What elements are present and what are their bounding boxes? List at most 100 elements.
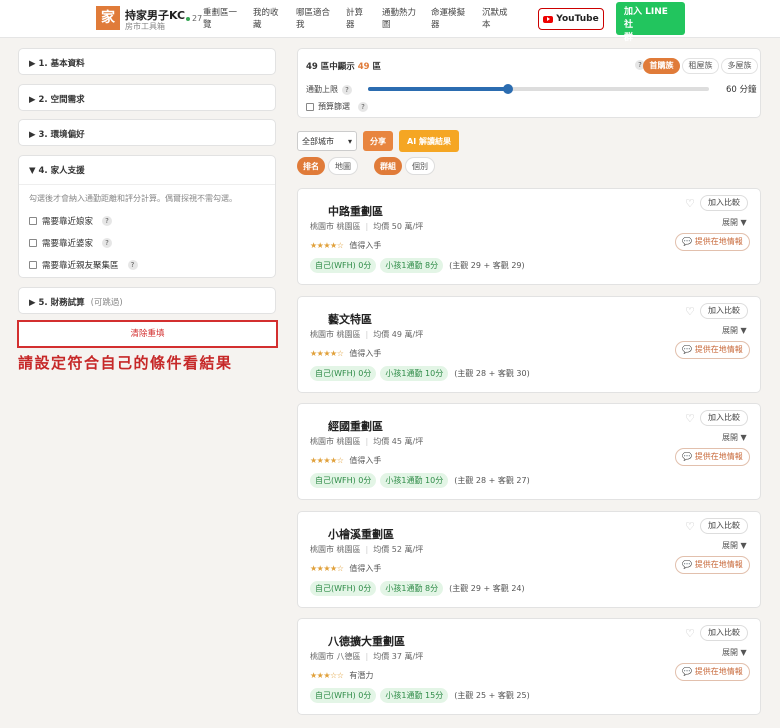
group-renter[interactable]: 租屋族 <box>682 58 719 74</box>
nav-my-favorites[interactable]: 我的收藏 <box>253 7 279 31</box>
district-city: 桃園市 桃園區 <box>310 437 361 446</box>
clear-reset-button[interactable]: 清除重填 <box>17 320 278 348</box>
optional-note: (可跳過) <box>90 298 123 308</box>
add-compare-button[interactable]: 加入比較 <box>700 625 748 641</box>
group-first-buyer[interactable]: 首購族 <box>643 58 680 74</box>
provide-local-info-button[interactable]: 💬 提供在地情報 <box>675 233 750 251</box>
district-name[interactable]: 藝文特區 <box>328 311 372 327</box>
district-meta: 桃園市 桃園區 | 均價 45 萬/坪 <box>310 436 423 447</box>
commute-tag-child: 小孩1通勤 10分 <box>380 366 449 381</box>
verdict-text: 值得入手 <box>349 564 382 573</box>
option-near-wife-family[interactable]: 需要靠近娘家? <box>29 210 265 232</box>
nav-sunk-cost[interactable]: 沉默成本 <box>482 7 508 31</box>
question-icon[interactable]: ? <box>102 238 113 248</box>
tab-ranking[interactable]: 排名 <box>297 157 325 175</box>
slider-thumb[interactable] <box>502 84 513 94</box>
add-compare-button[interactable]: 加入比較 <box>700 518 748 534</box>
question-icon[interactable]: ? <box>127 260 138 270</box>
district-name[interactable]: 中路重劃區 <box>328 203 383 219</box>
city-select-value: 全部城市 <box>302 136 334 146</box>
question-icon[interactable]: ? <box>358 101 368 112</box>
district-name[interactable]: 八德擴大重劃區 <box>328 633 405 649</box>
question-icon[interactable]: ? <box>102 216 113 226</box>
nav-label: 本 <box>482 20 491 30</box>
nav-calculator[interactable]: 計算器 <box>346 7 363 31</box>
result-card[interactable]: 八德擴大重劃區 桃園市 八德區 | 均價 37 萬/坪 ★★★☆☆ 有潛力 自己(WFH) … <box>297 618 761 715</box>
checkbox[interactable] <box>306 102 314 111</box>
top-header: 家 持家男子KC 房市工具箱 27 重劃區一覽 我的收藏 哪區適合我 計算器 通… <box>0 0 780 43</box>
question-icon[interactable]: ? <box>342 85 352 95</box>
result-card[interactable]: 藝文特區 桃園市 桃園區 | 均價 49 萬/坪 ★★★★☆ 值得入手 自己(WFH) 0分… <box>297 296 761 393</box>
result-card[interactable]: 中路重劃區 桃園市 桃園區 | 均價 50 萬/坪 ★★★★☆ 值得入手 自己(WFH) 0… <box>297 188 761 285</box>
nav-commute-heatmap[interactable]: 通勤熱力圖 <box>382 7 416 31</box>
expand-toggle[interactable]: 展開 ▼ <box>722 432 747 443</box>
provide-local-info-button[interactable]: 💬 提供在地情報 <box>675 663 750 681</box>
expand-toggle[interactable]: 展開 ▼ <box>722 647 747 658</box>
commute-tags: 自己(WFH) 0分 小孩1通勤 8分 (主觀 29 + 客觀 24) <box>310 581 525 596</box>
divider: | <box>365 330 369 339</box>
youtube-button[interactable]: YouTube <box>538 8 604 30</box>
section-space-needs[interactable]: ▶ 2. 空間需求 <box>18 84 276 111</box>
commute-tag-self: 自己(WFH) 0分 <box>310 581 377 596</box>
divider: | <box>365 222 369 231</box>
commute-slider[interactable] <box>368 84 709 94</box>
option-near-friends[interactable]: 需要靠近親友聚集區? <box>29 254 265 276</box>
add-compare-button[interactable]: 加入比較 <box>700 410 748 426</box>
share-button[interactable]: 分享 <box>363 131 393 151</box>
add-compare-button[interactable]: 加入比較 <box>700 303 748 319</box>
district-name[interactable]: 經國重劃區 <box>328 418 383 434</box>
verdict-text: 值得入手 <box>349 349 382 358</box>
expand-toggle[interactable]: 展開 ▼ <box>722 540 747 551</box>
option-near-husband-family[interactable]: 需要靠近婆家? <box>29 232 265 254</box>
checkbox[interactable] <box>29 239 37 247</box>
expand-toggle[interactable]: 展開 ▼ <box>722 217 747 228</box>
district-name[interactable]: 小檜溪重劃區 <box>328 526 394 542</box>
heart-icon[interactable]: ♡ <box>685 306 695 317</box>
nav-fate-simulator[interactable]: 命運模擬器 <box>431 7 465 31</box>
heart-icon[interactable]: ♡ <box>685 521 695 532</box>
heart-icon[interactable]: ♡ <box>685 198 695 209</box>
info-label: 提供在地情報 <box>694 560 743 569</box>
city-select[interactable]: 全部城市 ▾ <box>297 131 357 151</box>
provide-local-info-button[interactable]: 💬 提供在地情報 <box>675 448 750 466</box>
online-dot-icon <box>186 16 190 21</box>
result-card[interactable]: 小檜溪重劃區 桃園市 桃園區 | 均價 52 萬/坪 ★★★★☆ 值得入手 自己(WFH) … <box>297 511 761 608</box>
commute-tag-self: 自己(WFH) 0分 <box>310 688 377 703</box>
commute-tags: 自己(WFH) 0分 小孩1通勤 10分 (主觀 28 + 客觀 30) <box>310 366 530 381</box>
budget-filter[interactable]: 預算篩選? <box>306 101 368 112</box>
provide-local-info-button[interactable]: 💬 提供在地情報 <box>675 341 750 359</box>
section-finance[interactable]: ▶ 5. 財務試算 (可跳過) <box>18 287 276 314</box>
chevron-down-icon: ▼ <box>738 648 747 657</box>
provide-local-info-button[interactable]: 💬 提供在地情報 <box>675 556 750 574</box>
expand-toggle[interactable]: 展開 ▼ <box>722 325 747 336</box>
commute-tags: 自己(WFH) 0分 小孩1通勤 8分 (主觀 29 + 客觀 29) <box>310 258 525 273</box>
logo-icon[interactable]: 家 <box>96 6 120 30</box>
checkbox[interactable] <box>29 217 37 225</box>
tab-individual[interactable]: 個別 <box>405 157 435 175</box>
section-environment[interactable]: ▶ 3. 環境偏好 <box>18 119 276 146</box>
nav-which-district[interactable]: 哪區適合我 <box>296 7 330 31</box>
ai-interpret-button[interactable]: AI 解讀結果 <box>399 130 459 152</box>
nav-district-list[interactable]: 重劃區一覽 <box>203 7 237 31</box>
add-compare-button[interactable]: 加入比較 <box>700 195 748 211</box>
count-shown: 49 <box>357 62 370 72</box>
heart-icon[interactable]: ♡ <box>685 628 695 639</box>
district-rating: ★★★☆☆ 有潛力 <box>310 670 373 681</box>
commute-tag-self: 自己(WFH) 0分 <box>310 366 377 381</box>
nav-label: 器 <box>431 20 440 30</box>
chevron-down-icon: ▼ <box>738 541 747 550</box>
action-row: 全部城市 ▾ 分享 AI 解讀結果 <box>297 130 459 152</box>
tab-map[interactable]: 地圖 <box>328 157 358 175</box>
result-card[interactable]: 經國重劃區 桃園市 桃園區 | 均價 45 萬/坪 ★★★★☆ 值得入手 自己(WFH) 0… <box>297 403 761 500</box>
heart-icon[interactable]: ♡ <box>685 413 695 424</box>
join-line-button[interactable]: 加入 LINE 社群 <box>616 2 685 43</box>
nav-label: 命運模擬 <box>431 8 466 18</box>
district-city: 桃園市 八德區 <box>310 652 361 661</box>
nav-label: 覽 <box>203 20 212 30</box>
finance-title: ▶ 5. 財務試算 <box>29 298 85 308</box>
group-multi-owner[interactable]: 多屋族 <box>721 58 758 74</box>
checkbox[interactable] <box>29 261 37 269</box>
section-title[interactable]: ▼ 4. 家人支援 <box>19 156 275 184</box>
section-basic-info[interactable]: ▶ 1. 基本資料 <box>18 48 276 75</box>
tab-group[interactable]: 群組 <box>374 157 402 175</box>
